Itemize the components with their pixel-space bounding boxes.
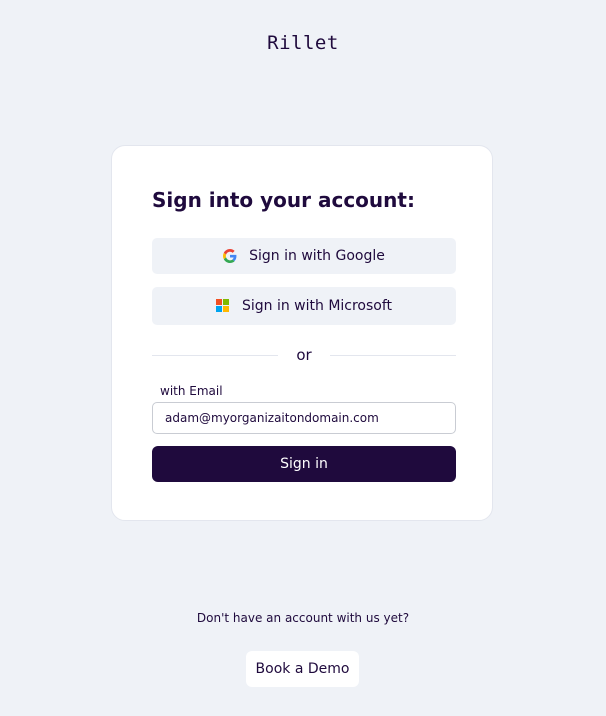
microsoft-button-label: Sign in with Microsoft bbox=[241, 298, 393, 314]
brand-logo: Rillet bbox=[267, 32, 339, 54]
google-icon bbox=[223, 249, 237, 263]
book-demo-button[interactable]: Book a Demo bbox=[246, 651, 359, 687]
email-label: with Email bbox=[160, 384, 223, 398]
card-title: Sign into your account: bbox=[152, 188, 415, 212]
microsoft-icon bbox=[215, 299, 230, 313]
microsoft-signin-button[interactable]: Sign in with Microsoft bbox=[152, 287, 456, 325]
divider-text: or bbox=[296, 346, 312, 364]
signin-card: Sign into your account: Sign in with Goo… bbox=[111, 145, 493, 521]
divider-line-right bbox=[329, 354, 457, 356]
or-divider: or bbox=[152, 343, 457, 367]
google-signin-button[interactable]: Sign in with Google bbox=[152, 238, 456, 274]
email-input[interactable] bbox=[152, 402, 456, 434]
no-account-prompt: Don't have an account with us yet? bbox=[196, 611, 410, 625]
divider-line-left bbox=[152, 354, 279, 356]
google-button-label: Sign in with Google bbox=[249, 248, 385, 264]
sign-in-button[interactable]: Sign in bbox=[152, 446, 456, 482]
